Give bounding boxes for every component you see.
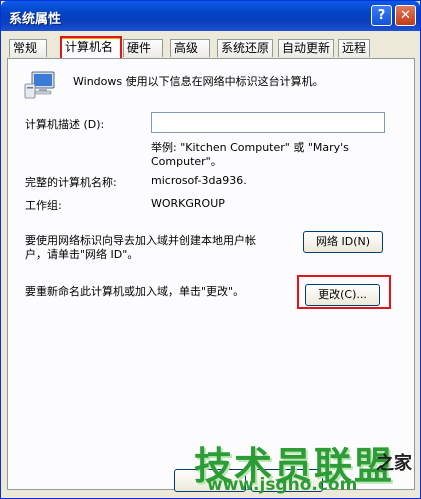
computer-description-input[interactable] — [151, 112, 385, 133]
system-properties-window: 系统属性 ? ✕ 常规 计算机名 硬件 高级 系统还原 自动更新 远程 Wind… — [0, 0, 421, 499]
tab-system-restore[interactable]: 系统还原 — [217, 39, 273, 57]
workgroup-value: WORKGROUP — [151, 197, 225, 210]
tab-hardware[interactable]: 硬件 — [123, 39, 163, 57]
window-title: 系统属性 — [9, 12, 62, 27]
close-button[interactable]: ✕ — [395, 5, 416, 26]
title-bar[interactable]: 系统属性 ? ✕ — [1, 1, 420, 31]
full-name-value: microsof-3da936. — [151, 174, 247, 187]
tab-remote[interactable]: 远程 — [338, 39, 370, 57]
help-button[interactable]: ? — [371, 5, 392, 26]
description-label: 计算机描述 (D): — [25, 118, 105, 131]
computer-icon — [24, 71, 55, 99]
watermark-url: www.jsgho.com — [207, 475, 358, 495]
example-text-line2: Computer"。 — [151, 155, 222, 168]
tab-general[interactable]: 常规 — [9, 39, 47, 57]
network-hint-line2: 户，请单击"网络 ID"。 — [25, 248, 139, 261]
workgroup-label: 工作组: — [25, 199, 62, 212]
network-id-button[interactable]: 网络 ID(N) — [303, 231, 383, 253]
intro-text: Windows 使用以下信息在网络中标识这台计算机。 — [73, 75, 324, 88]
full-name-label: 完整的计算机名称: — [25, 176, 117, 189]
rename-hint: 要重新命名此计算机或加入域，单击"更改"。 — [25, 285, 245, 298]
tab-automatic-updates[interactable]: 自动更新 — [278, 39, 334, 57]
tab-highlight-box — [60, 36, 122, 60]
computer-name-panel: Windows 使用以下信息在网络中标识这台计算机。 计算机描述 (D): 举例… — [7, 58, 415, 490]
change-button-highlight-box — [297, 275, 391, 309]
watermark-home: 之家 — [376, 453, 412, 474]
tab-advanced[interactable]: 高级 — [170, 39, 210, 57]
